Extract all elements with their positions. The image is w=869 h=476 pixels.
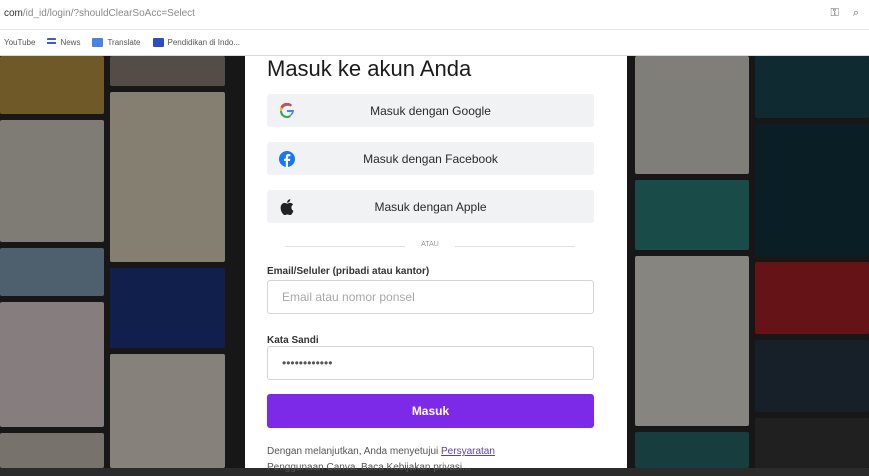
- facebook-icon: [267, 150, 307, 167]
- apple-login-button[interactable]: Masuk dengan Apple: [267, 190, 594, 223]
- bookmark-youtube[interactable]: YouTube: [4, 38, 35, 47]
- apple-icon: [267, 198, 307, 215]
- address-bar[interactable]: com/id_id/login/?shouldClearSoAcc=Select…: [0, 0, 869, 30]
- ikon-icon: [152, 38, 164, 47]
- google-login-button[interactable]: Masuk dengan Google: [267, 94, 594, 127]
- url-text[interactable]: com/id_id/login/?shouldClearSoAcc=Select: [4, 8, 195, 19]
- bookmark-translate[interactable]: Translate: [92, 38, 141, 47]
- bookmark-news[interactable]: News: [47, 38, 80, 47]
- bookmark-label: Pendidikan di Indo...: [167, 38, 241, 47]
- divider: ATAU: [285, 240, 575, 252]
- facebook-login-label: Masuk dengan Facebook: [363, 151, 498, 166]
- facebook-login-button[interactable]: Masuk dengan Facebook: [267, 142, 594, 175]
- terms-prefix: Dengan melanjutkan, Anda menyetujui: [267, 446, 442, 457]
- terms-text: Dengan melanjutkan, Anda menyetujui Pers…: [267, 444, 607, 476]
- page-title: Masuk ke akun Anda: [267, 56, 472, 81]
- login-modal: Masuk ke akun Anda Masuk dengan Google M…: [245, 56, 627, 473]
- google-login-label: Masuk dengan Google: [370, 103, 491, 118]
- bookmark-label: YouTube: [4, 38, 36, 47]
- google-icon: [267, 102, 307, 119]
- apple-login-label: Masuk dengan Apple: [374, 199, 487, 214]
- bookmark-label: News: [60, 38, 81, 47]
- key-icon[interactable]: ⚿: [830, 7, 838, 20]
- email-label: Email/Seluler (pribadi atau kantor): [267, 266, 430, 277]
- terms-link[interactable]: Persyaratan: [441, 446, 495, 457]
- password-field[interactable]: [267, 346, 594, 380]
- zoom-icon[interactable]: ⌕: [853, 7, 859, 20]
- password-label: Kata Sandi: [267, 335, 319, 346]
- login-submit-button[interactable]: Masuk: [267, 394, 594, 428]
- url-domain: com: [4, 8, 23, 19]
- list-icon: [47, 38, 57, 47]
- bookmark-pendidikan[interactable]: Pendidikan di Indo...: [152, 38, 241, 47]
- bookmarks-bar: YouTube News Translate Pendidikan di Ind…: [0, 30, 869, 56]
- bookmark-label: Translate: [107, 38, 141, 47]
- translate-icon: [92, 38, 104, 47]
- url-path: /id_id/login/?shouldClearSoAcc=Select: [22, 8, 195, 19]
- email-field[interactable]: [267, 280, 594, 314]
